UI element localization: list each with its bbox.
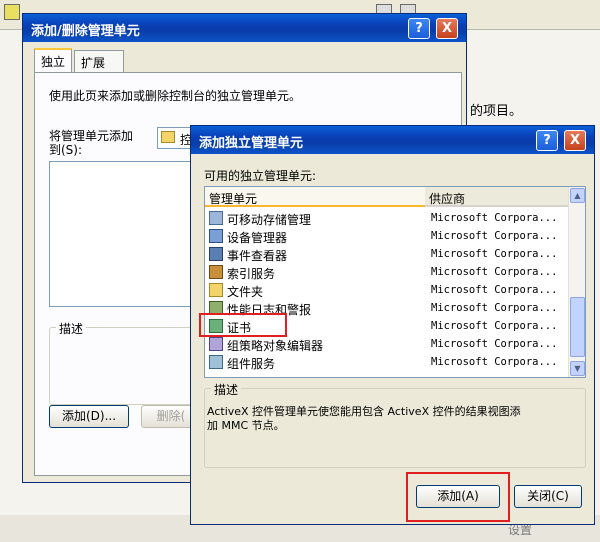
add-to-label-2: 到(S):: [49, 143, 83, 157]
add-button[interactable]: 添加(D)...: [49, 405, 129, 428]
snapin-vendor: Microsoft Corpora...: [431, 266, 558, 278]
snapin-name: 组件服务: [227, 357, 276, 371]
snapin-vendor: Microsoft Corpora...: [431, 212, 558, 224]
column-header-snapin[interactable]: 管理单元: [205, 187, 425, 207]
snapin-vendor: Microsoft Corpora...: [431, 320, 558, 332]
list-scrollbar[interactable]: ▲ ▼: [568, 187, 585, 377]
folder-icon: [209, 283, 223, 297]
device-manager-icon: [209, 229, 223, 243]
scroll-up-icon[interactable]: ▲: [570, 188, 585, 203]
list-item[interactable]: 可移动存储管理 Microsoft Corpora...: [205, 209, 569, 227]
snapin-vendor: Microsoft Corpora...: [431, 248, 558, 260]
column-header-vendor[interactable]: 供应商: [425, 187, 570, 207]
scroll-down-icon[interactable]: ▼: [570, 361, 585, 376]
snapin-name: 事件查看器: [227, 249, 288, 263]
available-snapins-list[interactable]: 管理单元 供应商 可移动存储管理 Microsoft Corpora... 设备…: [204, 186, 586, 378]
snapin-name: 索引服务: [227, 267, 276, 281]
component-services-icon: [209, 355, 223, 369]
indexing-service-icon: [209, 265, 223, 279]
list-item[interactable]: 设备管理器 Microsoft Corpora...: [205, 227, 569, 245]
dialog-title: 添加/删除管理单元: [31, 24, 140, 39]
background-text: 的项目。: [470, 104, 523, 119]
snapin-vendor: Microsoft Corpora...: [431, 230, 558, 242]
description-group: 描述 ActiveX 控件管理单元使您能用包含 ActiveX 控件的结果视图添…: [204, 381, 586, 468]
snapin-vendor: Microsoft Corpora...: [431, 302, 558, 314]
intro-text: 使用此页来添加或删除控制台的独立管理单元。: [49, 89, 302, 103]
help-button[interactable]: ?: [536, 130, 558, 151]
list-item[interactable]: 索引服务 Microsoft Corpora...: [205, 263, 569, 281]
snapin-name: 文件夹: [227, 285, 264, 299]
app-icon: [4, 4, 20, 20]
group-policy-icon: [209, 337, 223, 351]
tab-extensions[interactable]: 扩展: [74, 50, 124, 72]
snapin-name: 组策略对象编辑器: [227, 339, 324, 353]
snapin-vendor: Microsoft Corpora...: [431, 284, 558, 296]
folder-icon: [161, 131, 175, 143]
available-label: 可用的独立管理单元:: [204, 169, 317, 183]
close-button[interactable]: X: [564, 130, 586, 151]
snapin-vendor: Microsoft Corpora...: [431, 356, 558, 368]
scroll-thumb[interactable]: [570, 297, 585, 357]
highlight-add-button: [406, 472, 510, 522]
snapin-name: 可移动存储管理: [227, 213, 312, 227]
list-item[interactable]: 文件夹 Microsoft Corpora...: [205, 281, 569, 299]
description-label: 描述: [211, 381, 242, 398]
help-button[interactable]: ?: [408, 18, 430, 39]
description-label: 描述: [56, 320, 87, 337]
list-item[interactable]: 组件服务 Microsoft Corpora...: [205, 353, 569, 371]
removable-storage-icon: [209, 211, 223, 225]
event-viewer-icon: [209, 247, 223, 261]
snapin-name: 设备管理器: [227, 231, 288, 245]
dialog-title: 添加独立管理单元: [199, 136, 304, 151]
list-item[interactable]: 事件查看器 Microsoft Corpora...: [205, 245, 569, 263]
close-button[interactable]: X: [436, 18, 458, 39]
snapin-vendor: Microsoft Corpora...: [431, 338, 558, 350]
highlight-certificate: [199, 313, 287, 337]
add-standalone-titlebar[interactable]: 添加独立管理单元 ? X: [191, 126, 594, 154]
list-item[interactable]: 组策略对象编辑器 Microsoft Corpora...: [205, 335, 569, 353]
description-text-2: 加 MMC 节点。: [207, 419, 285, 432]
close-dialog-button[interactable]: 关闭(C): [514, 485, 582, 508]
tab-standalone[interactable]: 独立: [34, 48, 72, 72]
add-remove-snapin-titlebar[interactable]: 添加/删除管理单元 ? X: [23, 14, 466, 42]
